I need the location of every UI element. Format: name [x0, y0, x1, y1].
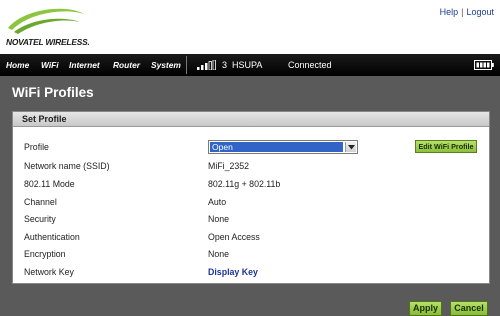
- profile-select-value: Open: [210, 142, 343, 152]
- channel-label: Channel: [24, 197, 57, 207]
- section-title: Set Profile: [22, 114, 67, 124]
- main-panel: WiFi Profiles Set Profile Profile Open E…: [0, 76, 500, 316]
- nav-item-wifi[interactable]: WiFi: [41, 60, 59, 70]
- profile-select[interactable]: Open: [208, 140, 358, 154]
- profile-label: Profile: [24, 142, 49, 152]
- help-link[interactable]: Help: [440, 7, 459, 17]
- top-links: Help | Logout: [440, 7, 494, 17]
- dropdown-arrow[interactable]: [345, 142, 356, 152]
- nav-item-internet[interactable]: Internet: [69, 60, 100, 70]
- logo-text: NOVATEL WIRELESS.: [6, 37, 90, 47]
- mode-label: 802.11 Mode: [24, 179, 75, 189]
- signal-bars-icon: [197, 60, 216, 70]
- chevron-down-icon: [348, 145, 355, 150]
- logo-swoosh-icon: [8, 8, 84, 34]
- security-label: Security: [24, 214, 56, 224]
- apply-button[interactable]: Apply: [409, 301, 442, 316]
- network-key-label: Network Key: [24, 267, 74, 277]
- ssid-label: Network name (SSID): [24, 161, 110, 171]
- authentication-value: Open Access: [208, 232, 260, 242]
- nav-item-home[interactable]: Home: [6, 60, 29, 70]
- section-header: Set Profile: [13, 112, 489, 127]
- page-title: WiFi Profiles: [12, 85, 94, 100]
- authentication-label: Authentication: [24, 232, 80, 242]
- security-value: None: [208, 214, 230, 224]
- mode-value: 802.11g + 802.11b: [208, 179, 281, 189]
- connection-status: Connected: [288, 60, 332, 70]
- encryption-label: Encryption: [24, 249, 66, 259]
- header: NOVATEL WIRELESS. Help | Logout: [0, 0, 500, 54]
- logout-link[interactable]: Logout: [466, 7, 494, 17]
- nav-item-system[interactable]: System: [151, 60, 181, 70]
- ssid-value: MiFi_2352: [208, 161, 250, 171]
- cancel-button[interactable]: Cancel: [450, 301, 488, 316]
- encryption-value: None: [208, 249, 230, 259]
- nav-item-router[interactable]: Router: [113, 60, 140, 70]
- set-profile-section: Set Profile Profile Open Edit WiFi Profi…: [12, 111, 490, 284]
- novatel-logo: NOVATEL WIRELESS.: [6, 6, 90, 48]
- network-type: HSUPA: [232, 60, 263, 70]
- nav-bar: Home WiFi Internet Router System 3 HSUPA…: [0, 54, 500, 76]
- channel-value: Auto: [208, 197, 227, 207]
- display-key-link[interactable]: Display Key: [208, 267, 258, 277]
- network-count: 3: [222, 60, 228, 70]
- nav-divider: [186, 56, 187, 74]
- battery-icon: [474, 60, 494, 70]
- edit-wifi-profile-button[interactable]: Edit WiFi Profile: [415, 140, 477, 153]
